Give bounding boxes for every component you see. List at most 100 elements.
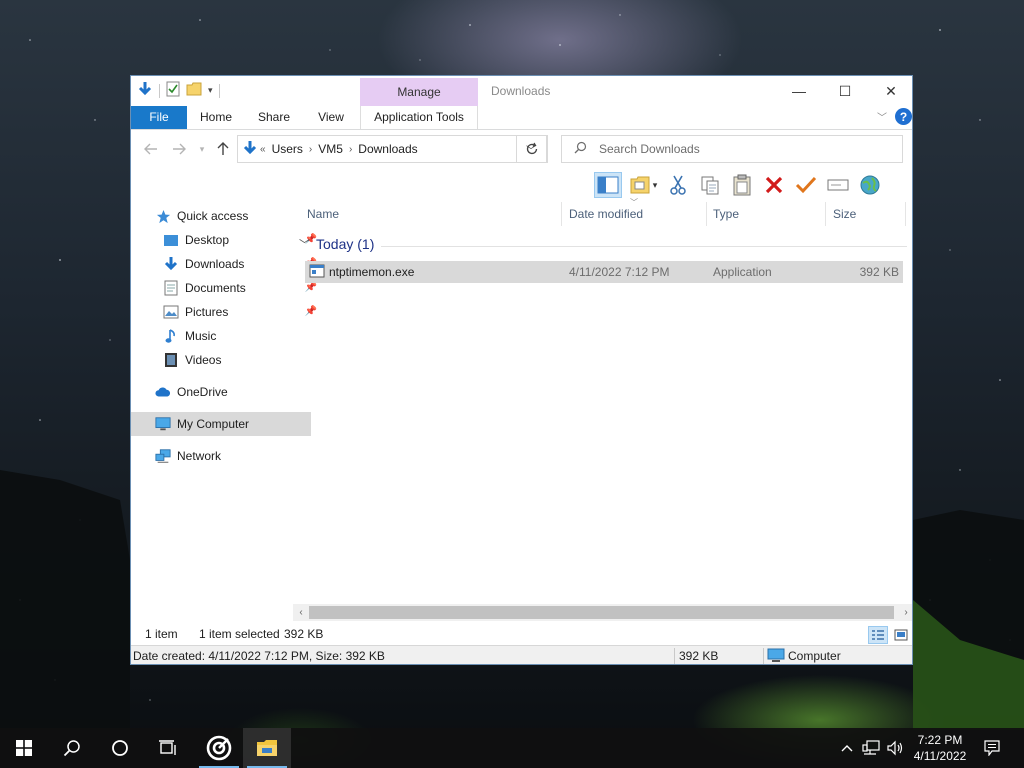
sidebar-item-desktop[interactable]: Desktop 📌 (131, 228, 319, 252)
ribbon-divider (131, 129, 912, 130)
copy-button[interactable] (696, 172, 724, 198)
column-divider[interactable] (561, 202, 562, 226)
selection-size: 392 KB (284, 627, 324, 641)
search-input[interactable] (597, 141, 891, 157)
tab-file[interactable]: File (131, 106, 187, 129)
tab-share[interactable]: Share (249, 106, 299, 129)
sidebar-item-documents[interactable]: Documents 📌 (131, 276, 319, 300)
title-bar[interactable]: ▾ Manage Downloads — ☐ ✕ (131, 76, 912, 106)
table-row[interactable]: ntptimemon.exe 4/11/2022 7:12 PM Applica… (305, 261, 903, 283)
music-icon (163, 328, 179, 344)
system-clock[interactable]: 7:22 PM 4/11/2022 (900, 728, 980, 768)
rename-button[interactable] (824, 172, 852, 198)
sidebar-item-videos[interactable]: Videos (131, 348, 319, 372)
column-divider[interactable] (706, 202, 707, 226)
taskbar-file-explorer[interactable] (243, 728, 291, 768)
column-divider[interactable] (905, 202, 906, 226)
new-folder-icon[interactable] (186, 81, 202, 100)
clock-date: 4/11/2022 (913, 749, 967, 763)
quick-access-toolbar: ▾ (137, 81, 220, 100)
status-bar: Date created: 4/11/2022 7:12 PM, Size: 3… (131, 645, 912, 664)
manage-context-tab[interactable]: Manage (360, 78, 478, 106)
search-box[interactable] (561, 135, 903, 163)
column-header-size[interactable]: Size (833, 202, 856, 226)
properties-icon[interactable] (166, 81, 180, 100)
action-center-button[interactable] (978, 728, 1006, 768)
group-header-label: Today (1) (316, 236, 375, 252)
tab-home[interactable]: Home (191, 106, 241, 129)
sidebar-item-pictures[interactable]: Pictures 📌 (131, 300, 319, 324)
accept-button[interactable] (792, 172, 820, 198)
sidebar-item-quick-access[interactable]: Quick access (131, 204, 311, 228)
videos-icon (163, 352, 179, 368)
breadcrumb-overflow[interactable]: « (260, 144, 266, 155)
clock-time: 7:22 PM (917, 733, 963, 747)
breadcrumb-downloads[interactable]: Downloads (358, 142, 417, 156)
network-tray-button[interactable] (860, 728, 882, 768)
expand-ribbon-icon[interactable]: ﹀ (877, 109, 887, 124)
forward-arrow-icon (173, 143, 186, 155)
network-tray-icon (862, 740, 880, 755)
forward-button[interactable] (167, 132, 191, 166)
maximize-button[interactable]: ☐ (822, 76, 868, 106)
breadcrumb-users[interactable]: Users (272, 142, 303, 156)
status-details: Date created: 4/11/2022 7:12 PM, Size: 3… (133, 649, 385, 663)
preview-pane-icon (597, 176, 619, 194)
sidebar-item-music[interactable]: Music (131, 324, 319, 348)
delete-button[interactable] (760, 172, 788, 198)
globe-button[interactable] (856, 172, 884, 198)
breadcrumb-chevron-icon[interactable]: › (309, 144, 312, 155)
cortana-button[interactable] (96, 728, 144, 768)
search-button[interactable] (48, 728, 96, 768)
large-icons-view-button[interactable] (891, 626, 911, 644)
notifications-icon (984, 740, 1000, 756)
sidebar-item-network[interactable]: Network (131, 444, 311, 468)
application-file-icon (309, 264, 325, 281)
ribbon-tabs: File Home Share View Application Tools ﹀… (131, 106, 912, 129)
collapse-chevron-icon[interactable]: ﹀ (299, 236, 310, 252)
file-explorer-icon (257, 740, 277, 756)
selection-count: 1 item selected (199, 627, 280, 641)
back-button[interactable] (139, 132, 163, 166)
horizontal-scrollbar[interactable]: ‹ › (293, 604, 912, 621)
sidebar-item-label: Documents (185, 281, 246, 295)
scroll-left-arrow-icon[interactable]: ‹ (293, 604, 309, 621)
sidebar-item-onedrive[interactable]: OneDrive (131, 380, 311, 404)
column-header-type[interactable]: Type (713, 202, 739, 226)
paste-button[interactable] (728, 172, 756, 198)
refresh-button[interactable] (516, 135, 548, 163)
tab-view[interactable]: View (306, 106, 356, 129)
task-view-button[interactable] (144, 728, 192, 768)
scrollbar-thumb[interactable] (309, 606, 894, 619)
column-header-name[interactable]: Name (307, 202, 339, 226)
tab-application-tools[interactable]: Application Tools (360, 106, 478, 129)
properties-button[interactable]: ▾ (626, 172, 660, 198)
show-hidden-icons-button[interactable] (838, 728, 856, 768)
breadcrumb-vm5[interactable]: VM5 (318, 142, 343, 156)
start-button[interactable] (0, 728, 48, 768)
sidebar-item-downloads[interactable]: Downloads 📌 (131, 252, 319, 276)
delete-icon (765, 176, 783, 194)
recent-locations-button[interactable]: ▾ (195, 132, 209, 166)
minimize-button[interactable]: — (776, 76, 822, 106)
cut-button[interactable] (664, 172, 692, 198)
preview-pane-button[interactable] (594, 172, 622, 198)
group-header-today[interactable]: ﹀ Today (1) (299, 236, 374, 252)
taskbar-app-target[interactable] (195, 728, 243, 768)
scroll-right-arrow-icon[interactable]: › (898, 604, 912, 621)
item-count: 1 item (145, 627, 178, 641)
up-button[interactable] (211, 132, 235, 166)
details-view-button[interactable] (868, 626, 888, 644)
sidebar-item-my-computer[interactable]: My Computer (131, 412, 311, 436)
navigation-bar: ▾ « Users › VM5 › Downloads ﹀ (131, 132, 912, 166)
column-divider[interactable] (825, 202, 826, 226)
search-icon (574, 141, 587, 157)
address-bar[interactable]: « Users › VM5 › Downloads ﹀ (237, 135, 547, 163)
breadcrumb-chevron-icon[interactable]: › (349, 144, 352, 155)
sidebar-item-label: My Computer (177, 417, 250, 431)
qat-customize-icon[interactable]: ▾ (208, 85, 213, 96)
help-icon[interactable]: ? (895, 108, 912, 125)
close-button[interactable]: ✕ (868, 76, 912, 106)
properties-dropdown-icon[interactable]: ▾ (653, 180, 658, 191)
cut-icon (670, 175, 686, 195)
